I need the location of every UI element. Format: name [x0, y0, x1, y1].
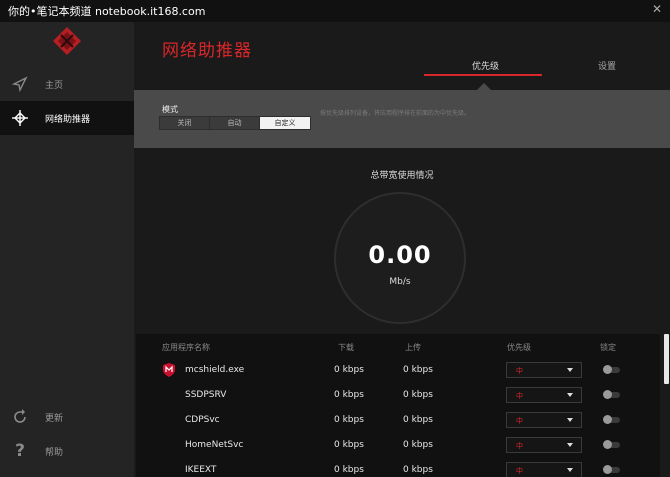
mode-panel: 模式 关闭 自动 自定义 按优先级排列设备，将应用程序排在前面的为中优先级。 — [134, 90, 670, 148]
main-panel: 网络助推器 优先级 设置 模式 关闭 自动 自定义 按优先级排列设备，将应用程序… — [134, 22, 670, 477]
sidebar-item-label: 网络助推器 — [45, 114, 91, 125]
column-header-upload: 上传 — [405, 343, 421, 352]
sidebar: 主页 网络助推器 更新 ? 帮助 — [0, 22, 134, 477]
priority-select[interactable]: 中 — [506, 412, 582, 428]
table-row[interactable]: mcshield.exe 0 kbps 0 kbps 中 — [136, 358, 660, 383]
toggle-knob — [603, 465, 612, 474]
tab-priority[interactable]: 优先级 — [472, 59, 499, 72]
app-name: mcshield.exe — [185, 365, 245, 375]
page-title: 网络助推器 — [162, 41, 252, 61]
close-icon[interactable]: ✕ — [652, 2, 662, 16]
priority-select[interactable]: 中 — [506, 437, 582, 453]
table-scrollbar[interactable] — [664, 334, 669, 384]
bandwidth-unit: Mb/s — [389, 277, 411, 287]
sidebar-item-label: 主页 — [45, 80, 64, 91]
priority-value: 中 — [516, 392, 523, 400]
column-header-download: 下载 — [338, 343, 354, 352]
chevron-down-icon — [567, 468, 573, 472]
refresh-icon — [11, 408, 29, 426]
lock-toggle[interactable] — [603, 390, 620, 399]
tab-pointer — [477, 83, 491, 90]
app-name: CDPSvc — [185, 415, 220, 425]
app-name: SSDPSRV — [185, 390, 227, 400]
column-header-app: 应用程序名称 — [162, 343, 210, 352]
chevron-down-icon — [567, 393, 573, 397]
table-row[interactable]: HomeNetSvc 0 kbps 0 kbps 中 — [136, 433, 660, 458]
bandwidth-gauge: 0.00 Mb/s — [334, 192, 466, 324]
download-rate: 0 kbps — [334, 365, 364, 375]
mode-label: 模式 — [162, 105, 178, 114]
upload-rate: 0 kbps — [403, 465, 433, 475]
sidebar-item-label: 更新 — [45, 413, 64, 424]
omen-logo-icon — [53, 27, 81, 55]
download-rate: 0 kbps — [334, 465, 364, 475]
app-table: 应用程序名称 下载 上传 优先级 锁定 mcshield.exe 0 kbps … — [136, 334, 660, 477]
help-icon: ? — [15, 441, 25, 461]
priority-value: 中 — [516, 367, 523, 375]
download-rate: 0 kbps — [334, 415, 364, 425]
upload-rate: 0 kbps — [403, 415, 433, 425]
bandwidth-title: 总带宽使用情况 — [370, 171, 434, 181]
column-header-priority: 优先级 — [507, 343, 531, 352]
toggle-knob — [603, 390, 612, 399]
download-rate: 0 kbps — [334, 390, 364, 400]
lock-toggle[interactable] — [603, 465, 620, 474]
chevron-down-icon — [567, 368, 573, 372]
sidebar-item-help[interactable]: ? 帮助 — [0, 434, 134, 468]
lock-toggle[interactable] — [603, 365, 620, 374]
app-name: IKEEXT — [185, 465, 217, 475]
watermark-text: 你的•笔记本频道 notebook.it168.com — [8, 5, 206, 18]
sidebar-item-update[interactable]: 更新 — [0, 400, 134, 434]
mode-selector: 关闭 自动 自定义 — [159, 116, 311, 130]
tab-settings[interactable]: 设置 — [598, 59, 616, 72]
download-rate: 0 kbps — [334, 440, 364, 450]
mode-description: 按优先级排列设备，将应用程序排在前面的为中优先级。 — [320, 110, 471, 117]
sidebar-item-label: 帮助 — [45, 447, 64, 458]
table-row[interactable]: CDPSvc 0 kbps 0 kbps 中 — [136, 408, 660, 433]
mode-option-off[interactable]: 关闭 — [160, 117, 210, 129]
priority-select[interactable]: 中 — [506, 387, 582, 403]
sidebar-item-network-booster[interactable]: 网络助推器 — [0, 101, 134, 135]
mode-option-custom[interactable]: 自定义 — [260, 117, 310, 129]
upload-rate: 0 kbps — [403, 365, 433, 375]
bandwidth-value: 0.00 — [368, 241, 432, 269]
mode-option-auto[interactable]: 自动 — [210, 117, 260, 129]
priority-value: 中 — [516, 417, 523, 425]
app-name: HomeNetSvc — [185, 440, 244, 450]
column-header-lock: 锁定 — [600, 343, 616, 352]
title-bar: 你的•笔记本频道 notebook.it168.com ✕ — [0, 0, 670, 22]
toggle-knob — [603, 415, 612, 424]
upload-rate: 0 kbps — [403, 390, 433, 400]
lock-toggle[interactable] — [603, 415, 620, 424]
chevron-down-icon — [567, 443, 573, 447]
lock-toggle[interactable] — [603, 440, 620, 449]
mcafee-shield-icon — [163, 363, 175, 377]
priority-value: 中 — [516, 442, 523, 450]
priority-select[interactable]: 中 — [506, 362, 582, 378]
chevron-down-icon — [567, 418, 573, 422]
toggle-knob — [603, 365, 612, 374]
upload-rate: 0 kbps — [403, 440, 433, 450]
network-crosshair-icon — [11, 109, 29, 127]
sidebar-item-home[interactable]: 主页 — [0, 67, 134, 101]
priority-select[interactable]: 中 — [506, 462, 582, 477]
table-row[interactable]: IKEEXT 0 kbps 0 kbps 中 — [136, 458, 660, 477]
priority-value: 中 — [516, 467, 523, 475]
table-row[interactable]: SSDPSRV 0 kbps 0 kbps 中 — [136, 383, 660, 408]
compass-icon — [11, 75, 29, 93]
toggle-knob — [603, 440, 612, 449]
active-tab-indicator — [424, 74, 542, 76]
